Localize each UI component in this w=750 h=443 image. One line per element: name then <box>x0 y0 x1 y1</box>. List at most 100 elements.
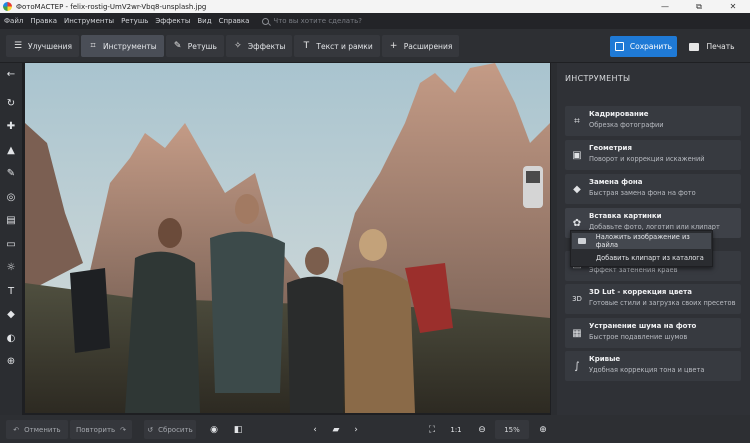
menu-bar: Файл Правка Инструменты Ретушь Эффекты В… <box>0 13 750 29</box>
vignette-icon[interactable]: ▭ <box>0 235 22 253</box>
tab-extensions[interactable]: + Расширения <box>381 35 460 57</box>
tool-title: Геометрия <box>589 144 632 152</box>
window-controls: — ⧉ ✕ <box>648 0 750 13</box>
compare-icon[interactable]: ◧ <box>228 420 248 439</box>
undo-button[interactable]: ↶ Отменить <box>6 420 68 439</box>
tab-retouch[interactable]: ✎ Ретушь <box>165 35 224 57</box>
fit-screen-icon[interactable]: ⛶ <box>423 420 441 439</box>
tab-enhancements[interactable]: ☰ Улучшения <box>6 35 80 57</box>
tab-tools[interactable]: ⌗ Инструменты <box>81 35 164 57</box>
search-icon <box>262 17 270 25</box>
bandage-icon[interactable]: ✚ <box>0 117 22 135</box>
redo-icon: ↷ <box>120 425 127 434</box>
folder-icon[interactable]: ▰ <box>326 420 346 439</box>
tab-text-frames[interactable]: T Текст и рамки <box>294 35 380 57</box>
lut-cube-icon: 3D <box>572 295 582 303</box>
maximize-button[interactable]: ⧉ <box>682 0 716 13</box>
tool-title: 3D Lut - коррекция цвета <box>589 288 692 296</box>
tool-title: Вставка картинки <box>589 212 662 220</box>
background-icon: ◆ <box>573 183 581 195</box>
brush-icon[interactable]: ✎ <box>0 164 22 182</box>
tool-title: Замена фона <box>589 178 643 186</box>
tool-subtitle: Быстрая замена фона на фото <box>589 189 696 197</box>
stamp-icon[interactable]: ▲ <box>0 141 22 159</box>
menu-file[interactable]: Файл <box>4 17 23 25</box>
tool-subtitle: Эффект затенения краев <box>589 266 678 274</box>
search-placeholder[interactable]: Что вы хотите сделать? <box>273 17 362 25</box>
tool-subtitle: Обрезка фотографии <box>589 121 664 129</box>
insert-image-dropdown: Наложить изображение из файла Добавить к… <box>570 230 713 267</box>
title-bar: ФотоМАСТЕР - felix-rostig-UmV2wr-Vbq8-un… <box>0 0 750 13</box>
bottom-bar: ↶ Отменить Повторить ↷ ↺ Сбросить ◉ ◧ ‹ … <box>0 415 750 443</box>
undo-label: Отменить <box>24 425 61 434</box>
tool-subtitle: Поворот и коррекция искажений <box>589 155 705 163</box>
reset-icon: ↺ <box>147 425 154 434</box>
image-canvas[interactable] <box>22 63 551 415</box>
floppy-disk-icon <box>614 42 624 51</box>
fill-icon[interactable]: ◆ <box>0 305 22 323</box>
tab-label: Инструменты <box>103 41 157 51</box>
gradient-filter-icon[interactable]: ▤ <box>0 211 22 229</box>
eye-icon[interactable]: ◉ <box>204 420 224 439</box>
reset-label: Сбросить <box>158 425 193 434</box>
tool-subtitle: Быстрое подавление шумов <box>589 333 688 341</box>
brush-icon: ✎ <box>173 41 182 51</box>
text-icon[interactable]: T <box>0 282 22 300</box>
back-arrow-icon[interactable]: ← <box>0 65 22 83</box>
folder-icon <box>578 238 586 244</box>
tool-denoise[interactable]: ▦ Устранение шума на фото Быстрое подавл… <box>565 318 741 348</box>
geometry-icon: ▣ <box>572 149 582 161</box>
tool-background-replace[interactable]: ◆ Замена фона Быстрая замена фона на фот… <box>565 174 741 204</box>
tab-label: Ретушь <box>187 41 217 51</box>
previous-image-button[interactable]: ‹ <box>306 420 324 439</box>
printer-icon <box>689 42 700 51</box>
tool-title: Кривые <box>589 355 621 363</box>
light-icon[interactable]: ☼ <box>0 258 22 276</box>
photo-preview[interactable] <box>25 63 550 413</box>
zoom-out-icon[interactable]: ⊖ <box>473 420 491 439</box>
tool-title: Кадрирование <box>589 110 649 118</box>
app-logo-icon <box>3 2 12 11</box>
actual-size-button[interactable]: 1:1 <box>446 420 466 439</box>
menu-view[interactable]: Вид <box>197 17 211 25</box>
menu-item-overlay-from-file[interactable]: Наложить изображение из файла <box>572 233 711 249</box>
tab-label: Расширения <box>403 41 453 51</box>
redo-button[interactable]: Повторить ↷ <box>70 420 132 439</box>
tool-crop[interactable]: ⌗ Кадрирование Обрезка фотографии <box>565 106 741 136</box>
left-toolbar: ← ↻ ✚ ▲ ✎ ◎ ▤ ▭ ☼ T ◆ ◐ ⊕ <box>0 63 22 415</box>
minimize-button[interactable]: — <box>648 0 682 13</box>
search-box[interactable]: Что вы хотите сделать? <box>262 17 362 25</box>
crop-icon: ⌗ <box>574 115 580 127</box>
menu-effects[interactable]: Эффекты <box>155 17 190 25</box>
curves-icon: ∫ <box>574 360 580 372</box>
menu-retouch[interactable]: Ретушь <box>121 17 148 25</box>
zoom-level[interactable]: 15% <box>495 420 529 439</box>
menu-edit[interactable]: Правка <box>30 17 57 25</box>
mode-tabs: ☰ Улучшения ⌗ Инструменты ✎ Ретушь ✧ Эфф… <box>6 35 461 57</box>
zoom-in-icon[interactable]: ⊕ <box>534 420 552 439</box>
menu-help[interactable]: Справка <box>219 17 250 25</box>
save-label: Сохранить <box>629 42 673 51</box>
radial-filter-icon[interactable]: ◎ <box>0 188 22 206</box>
crop-icon: ⌗ <box>90 41 96 51</box>
tab-label: Улучшения <box>28 41 73 51</box>
print-button[interactable]: Печать <box>681 36 743 57</box>
plus-circle-icon[interactable]: ⊕ <box>0 352 22 370</box>
next-image-button[interactable]: › <box>347 420 365 439</box>
plus-icon: + <box>389 41 398 51</box>
reset-button[interactable]: ↺ Сбросить <box>144 420 196 439</box>
menu-item-label: Добавить клипарт из каталога <box>596 254 704 262</box>
rotate-icon[interactable]: ↻ <box>0 94 22 112</box>
tab-effects[interactable]: ✧ Эффекты <box>225 35 293 57</box>
save-button[interactable]: Сохранить <box>610 36 677 57</box>
tool-3d-lut[interactable]: 3D 3D Lut - коррекция цвета Готовые стил… <box>565 284 741 314</box>
tool-geometry[interactable]: ▣ Геометрия Поворот и коррекция искажени… <box>565 140 741 170</box>
tool-curves[interactable]: ∫ Кривые Удобная коррекция тона и цвета <box>565 351 741 381</box>
close-button[interactable]: ✕ <box>716 0 750 13</box>
eraser-icon[interactable]: ◐ <box>0 329 22 347</box>
panel-heading: ИНСТРУМЕНТЫ <box>565 74 631 83</box>
menu-tools[interactable]: Инструменты <box>64 17 114 25</box>
insert-image-icon: ✿ <box>572 217 582 229</box>
menu-item-add-clipart[interactable]: Добавить клипарт из каталога <box>572 250 711 266</box>
undo-icon: ↶ <box>13 425 20 434</box>
